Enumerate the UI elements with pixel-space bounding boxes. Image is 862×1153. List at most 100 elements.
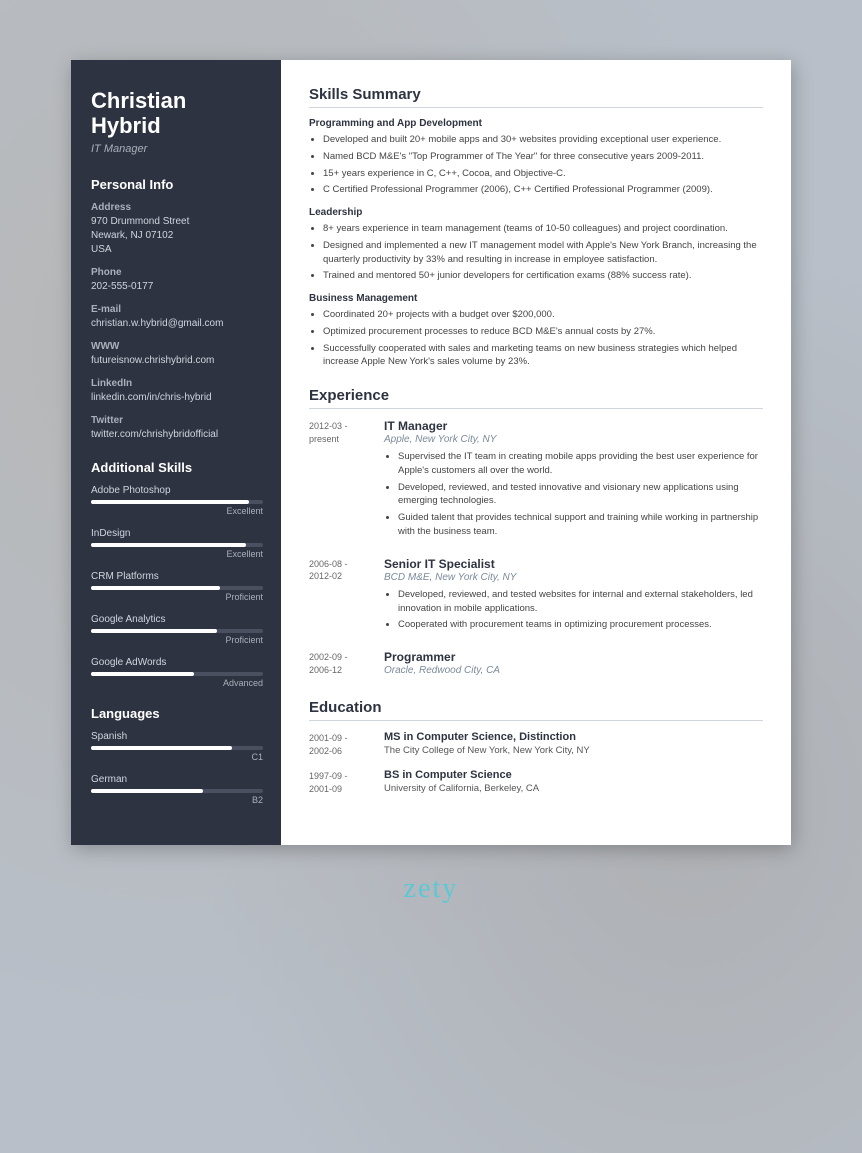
bullet-item: Named BCD M&E's "Top Programmer of The Y… xyxy=(323,150,763,164)
phone-label: Phone xyxy=(91,267,263,278)
bullet-item: Guided talent that provides technical su… xyxy=(398,511,763,539)
job-details: Senior IT Specialist BCD M&E, New York C… xyxy=(384,557,763,636)
job-dates: 2012-03 -present xyxy=(309,419,384,543)
phone-value: 202-555-0177 xyxy=(91,280,263,294)
job-dates: 2002-09 -2006-12 xyxy=(309,650,384,681)
language-name: German xyxy=(91,774,263,785)
resume-document: Christian Hybrid IT Manager Personal Inf… xyxy=(71,60,791,845)
skill-name: Google AdWords xyxy=(91,657,263,668)
skill-bar-fill xyxy=(91,586,220,590)
programming-bullets: Developed and built 20+ mobile apps and … xyxy=(309,133,763,197)
language-name: Spanish xyxy=(91,731,263,742)
job-dates: 2006-08 -2012-02 xyxy=(309,557,384,636)
language-bar-bg xyxy=(91,746,263,750)
skill-level: Excellent xyxy=(91,506,263,516)
email-label: E-mail xyxy=(91,304,263,315)
bullet-item: Designed and implemented a new IT manage… xyxy=(323,239,763,267)
candidate-name: Christian Hybrid xyxy=(91,88,263,139)
job-item: 2012-03 -present IT Manager Apple, New Y… xyxy=(309,419,763,543)
leadership-subheading: Leadership xyxy=(309,207,763,218)
jobs-list: 2012-03 -present IT Manager Apple, New Y… xyxy=(309,419,763,681)
skill-level: Excellent xyxy=(91,549,263,559)
skill-name: Google Analytics xyxy=(91,614,263,625)
bullet-item: Developed, reviewed, and tested innovati… xyxy=(398,481,763,509)
skill-bar-bg xyxy=(91,629,263,633)
language-item: Spanish C1 xyxy=(91,731,263,762)
skill-level: Advanced xyxy=(91,678,263,688)
skill-bar-bg xyxy=(91,672,263,676)
bullet-item: 15+ years experience in C, C++, Cocoa, a… xyxy=(323,167,763,181)
experience-heading: Experience xyxy=(309,387,763,409)
edu-details: BS in Computer Science University of Cal… xyxy=(384,769,763,795)
language-bar-fill xyxy=(91,789,203,793)
address-value: 970 Drummond Street Newark, NJ 07102 USA xyxy=(91,215,263,257)
www-label: WWW xyxy=(91,341,263,352)
zety-brand: zety xyxy=(404,873,459,905)
languages-list: Spanish C1 German B2 xyxy=(91,731,263,805)
address-line3: USA xyxy=(91,244,112,255)
skill-name: CRM Platforms xyxy=(91,571,263,582)
skills-list: Adobe Photoshop Excellent InDesign Excel… xyxy=(91,485,263,688)
edu-details: MS in Computer Science, Distinction The … xyxy=(384,731,763,757)
edu-degree: MS in Computer Science, Distinction xyxy=(384,731,763,743)
job-company: Apple, New York City, NY xyxy=(384,434,763,445)
business-bullets: Coordinated 20+ projects with a budget o… xyxy=(309,308,763,369)
bullet-item: Optimized procurement processes to reduc… xyxy=(323,325,763,339)
first-name: Christian xyxy=(91,88,186,113)
job-title: Senior IT Specialist xyxy=(384,557,763,571)
edu-school: University of California, Berkeley, CA xyxy=(384,783,763,794)
skill-bar-bg xyxy=(91,586,263,590)
main-content: Skills Summary Programming and App Devel… xyxy=(281,60,791,845)
last-name: Hybrid xyxy=(91,113,161,138)
bullet-item: 8+ years experience in team management (… xyxy=(323,222,763,236)
skill-item: Google AdWords Advanced xyxy=(91,657,263,688)
address-line2: Newark, NJ 07102 xyxy=(91,230,173,241)
skill-bar-bg xyxy=(91,543,263,547)
skill-bar-fill xyxy=(91,543,246,547)
job-title: IT Manager xyxy=(384,419,763,433)
additional-skills-heading: Additional Skills xyxy=(91,460,263,475)
job-title: Programmer xyxy=(384,650,763,664)
skill-level: Proficient xyxy=(91,635,263,645)
skill-bar-fill xyxy=(91,500,249,504)
job-item: 2006-08 -2012-02 Senior IT Specialist BC… xyxy=(309,557,763,636)
www-value: futureisnow.chrishybrid.com xyxy=(91,354,263,368)
skill-item: CRM Platforms Proficient xyxy=(91,571,263,602)
job-company: Oracle, Redwood City, CA xyxy=(384,665,763,676)
skill-name: Adobe Photoshop xyxy=(91,485,263,496)
education-heading: Education xyxy=(309,699,763,721)
twitter-value: twitter.com/chrishybridofficial xyxy=(91,428,263,442)
language-bar-fill xyxy=(91,746,232,750)
skill-bar-fill xyxy=(91,629,217,633)
candidate-title: IT Manager xyxy=(91,143,263,155)
job-company: BCD M&E, New York City, NY xyxy=(384,572,763,583)
edu-degree: BS in Computer Science xyxy=(384,769,763,781)
job-bullets: Supervised the IT team in creating mobil… xyxy=(384,450,763,539)
bullet-item: Coordinated 20+ projects with a budget o… xyxy=(323,308,763,322)
linkedin-value: linkedin.com/in/chris-hybrid xyxy=(91,391,263,405)
edu-dates: 2001-09 -2002-06 xyxy=(309,731,384,757)
job-item: 2002-09 -2006-12 Programmer Oracle, Redw… xyxy=(309,650,763,681)
edu-school: The City College of New York, New York C… xyxy=(384,745,763,756)
education-item: 2001-09 -2002-06 MS in Computer Science,… xyxy=(309,731,763,757)
leadership-bullets: 8+ years experience in team management (… xyxy=(309,222,763,283)
edu-dates: 1997-09 -2001-09 xyxy=(309,769,384,795)
bullet-item: Supervised the IT team in creating mobil… xyxy=(398,450,763,478)
address-line1: 970 Drummond Street xyxy=(91,216,189,227)
skill-item: Adobe Photoshop Excellent xyxy=(91,485,263,516)
skill-level: Proficient xyxy=(91,592,263,602)
language-item: German B2 xyxy=(91,774,263,805)
language-level: B2 xyxy=(91,795,263,805)
programming-subheading: Programming and App Development xyxy=(309,118,763,129)
skills-summary-heading: Skills Summary xyxy=(309,86,763,108)
linkedin-label: LinkedIn xyxy=(91,378,263,389)
twitter-label: Twitter xyxy=(91,415,263,426)
skill-item: InDesign Excellent xyxy=(91,528,263,559)
email-value: christian.w.hybrid@gmail.com xyxy=(91,317,263,331)
skill-bar-bg xyxy=(91,500,263,504)
skill-item: Google Analytics Proficient xyxy=(91,614,263,645)
skill-name: InDesign xyxy=(91,528,263,539)
job-details: IT Manager Apple, New York City, NY Supe… xyxy=(384,419,763,543)
education-list: 2001-09 -2002-06 MS in Computer Science,… xyxy=(309,731,763,795)
sidebar: Christian Hybrid IT Manager Personal Inf… xyxy=(71,60,281,845)
